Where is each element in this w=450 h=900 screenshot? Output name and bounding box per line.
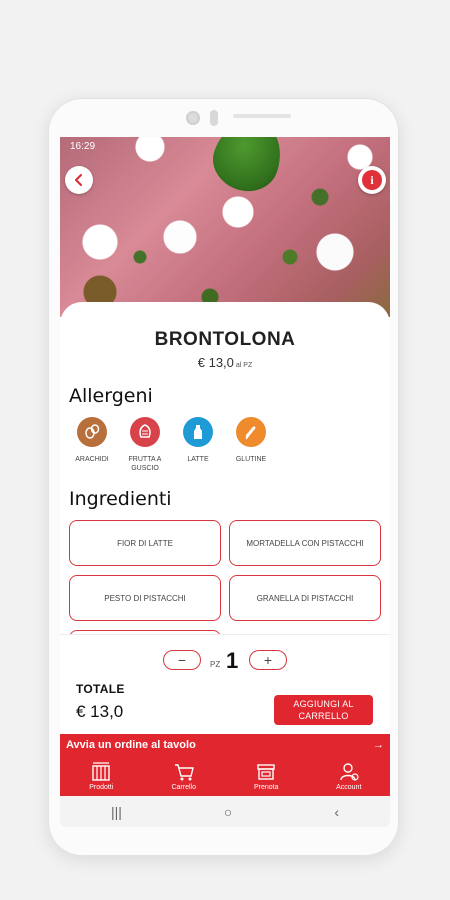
status-bar: 16:29 [60,137,390,159]
info-button[interactable]: i [358,166,386,194]
arrow-right-icon: → [373,739,384,751]
back-icon[interactable]: ‹ [334,804,339,820]
status-time: 16:29 [70,141,96,152]
tab-label: Account [336,784,362,791]
increase-quantity-button[interactable]: + [249,650,287,670]
allergen-milk: LATTE [170,417,226,464]
tab-products[interactable]: Prodotti [71,761,131,791]
system-navigation-bar: ||| ○ ‹ [60,796,390,827]
back-button[interactable] [65,166,93,194]
add-to-cart-button[interactable]: AGGIUNGI AL CARRELLO [274,695,373,725]
ingredient-chip[interactable]: GRANELLA DI PISTACCHI [229,575,381,621]
decrease-quantity-button[interactable]: − [163,650,201,670]
info-icon: i [362,170,382,190]
product-price: € 13,0 al PZ [60,355,390,370]
chevron-left-icon [75,174,82,186]
speaker [233,114,291,118]
ingredient-chip[interactable]: FIOR DI LATTE [69,520,221,566]
allergen-peanuts: ARACHIDI [64,417,120,464]
order-bar-label: Avvia un ordine al tavolo [66,739,196,751]
camera [186,111,200,125]
order-panel: − PZ 1 + TOTALE € 13,0 AGGIUNGI AL CARRE… [60,634,390,734]
price-unit: al PZ [235,362,253,369]
ingredient-chip[interactable]: PESTO DI PISTACCHI [69,575,221,621]
wheat-icon [236,417,266,447]
product-photo [60,137,390,317]
product-title: BRONTOLONA [154,329,296,350]
total-value: € 13,0 [76,702,124,721]
nut-icon [130,417,160,447]
total-label: TOTALE [76,682,125,696]
products-icon [92,762,110,781]
recents-icon[interactable]: ||| [111,804,122,820]
quantity-unit: PZ [210,660,221,669]
sensor [210,110,218,126]
ingredient-chip[interactable]: MORTADELLA CON PISTACCHI [229,520,381,566]
app-screen: 16:29 i BRONTOLONA € 13,0 al PZ Allergeni… [60,137,390,827]
allergen-label: GLUTINE [235,456,267,463]
allergen-nuts: FRUTTA A GUSCIO [117,417,173,473]
ingredients-title: Ingredienti [69,488,172,510]
tab-label: Prodotti [89,784,114,791]
account-icon [340,763,359,781]
quantity-value: 1 [226,648,239,673]
store-icon [257,764,275,780]
tab-label: Prenota [253,784,279,791]
allergen-label: LATTE [187,456,209,463]
allergen-gluten: GLUTINE [223,417,279,464]
product-sheet: BRONTOLONA € 13,0 al PZ Allergeni ARACHID… [60,302,390,676]
tab-label: Carrello [171,784,196,791]
tab-book[interactable]: Prenota [236,761,296,791]
price-value: € 13,0 [197,355,234,370]
home-icon[interactable]: ○ [224,804,232,820]
allergen-label: ARACHIDI [75,456,109,463]
tab-account[interactable]: Account [319,761,379,791]
tab-cart[interactable]: Carrello [154,761,214,791]
allergen-label: FRUTTA A GUSCIO [128,456,162,472]
cart-icon [174,764,194,781]
peanut-icon [77,417,107,447]
milk-icon [183,417,213,447]
allergens-title: Allergeni [69,385,153,407]
bottom-tab-bar: Prodotti Carrello Prenota Account [60,756,390,796]
start-table-order-bar[interactable]: Avvia un ordine al tavolo → [60,734,390,756]
